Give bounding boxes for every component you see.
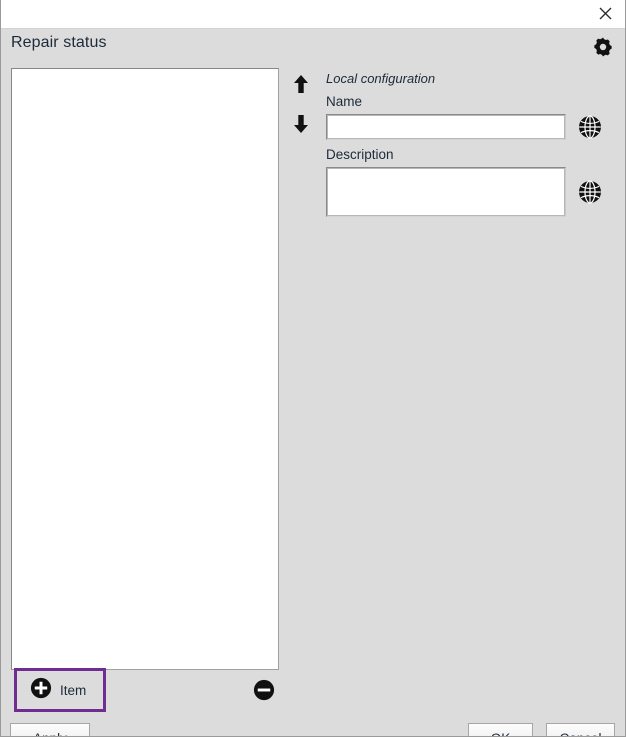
local-configuration-panel: Local configuration Name Description [326,71,611,217]
globe-icon-name[interactable] [577,114,603,140]
description-input[interactable] [326,167,566,217]
gear-icon[interactable] [589,33,617,61]
add-item-label: Item [60,682,87,698]
name-field-row [326,114,611,140]
name-label: Name [326,94,363,109]
description-field-row [326,167,611,217]
close-icon[interactable] [589,0,621,27]
apply-button[interactable]: Apply [10,723,90,736]
item-list[interactable] [11,68,279,670]
name-input[interactable] [326,114,566,140]
section-title: Local configuration [326,71,436,86]
plus-circle-icon [30,677,52,704]
repair-status-dialog: Repair status Local configuration Name D… [0,0,626,737]
add-item-button[interactable]: Item [17,671,103,709]
reorder-controls [289,71,313,137]
globe-icon-description[interactable] [577,179,603,205]
arrow-up-icon[interactable] [289,71,313,97]
remove-item-button[interactable] [252,678,276,702]
arrow-down-icon[interactable] [289,111,313,137]
page-title: Repair status [11,34,107,51]
ok-button[interactable]: OK [468,723,533,736]
description-label: Description [326,147,394,162]
cancel-button[interactable]: Cancel [546,723,615,736]
window-titlebar [1,0,625,29]
dialog-body: Repair status Local configuration Name D… [1,29,625,736]
